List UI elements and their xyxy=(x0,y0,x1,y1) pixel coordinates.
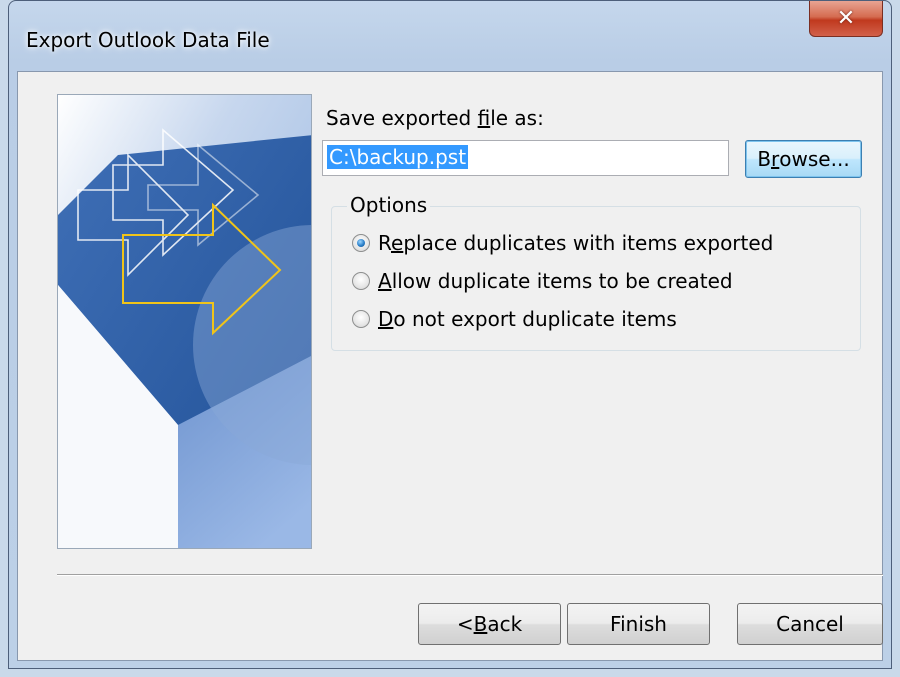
options-group: Options Replace duplicates with items ex… xyxy=(331,193,861,351)
radio-do-not-export-duplicates[interactable]: Do not export duplicate items xyxy=(352,307,677,331)
options-legend: Options xyxy=(347,193,431,217)
radio-label: Replace duplicates with items exported xyxy=(378,231,774,255)
radio-label: Do not export duplicate items xyxy=(378,307,677,331)
title-bar[interactable]: Export Outlook Data File ✕ xyxy=(9,1,891,71)
file-path-input[interactable]: C:\backup.pst xyxy=(322,140,729,176)
radio-selected-icon[interactable] xyxy=(352,234,370,252)
finish-button[interactable]: Finish xyxy=(567,603,710,645)
radio-unselected-icon[interactable] xyxy=(352,272,370,290)
file-path-value: C:\backup.pst xyxy=(327,145,469,169)
radio-label: Allow duplicate items to be created xyxy=(378,269,733,293)
radio-allow-duplicates[interactable]: Allow duplicate items to be created xyxy=(352,269,733,293)
browse-button[interactable]: Br owse... xyxy=(745,140,862,178)
dialog-client-area: Save exported file as: C:\backup.pst Bro… xyxy=(17,71,883,661)
window-title: Export Outlook Data File xyxy=(26,28,270,52)
radio-replace-duplicates[interactable]: Replace duplicates with items exported xyxy=(352,231,773,255)
wizard-side-art xyxy=(57,94,312,549)
export-dialog-window: Export Outlook Data File ✕ Save exported… xyxy=(8,0,892,669)
radio-unselected-icon[interactable] xyxy=(352,310,370,328)
close-icon: ✕ xyxy=(836,6,856,31)
cancel-button[interactable]: Cancel xyxy=(737,603,883,645)
button-separator xyxy=(57,574,883,576)
arrows-art-icon xyxy=(58,95,311,548)
save-exported-file-label: Save exported file as: xyxy=(326,106,544,130)
close-button[interactable]: ✕ xyxy=(809,1,883,37)
back-button[interactable]: < Back xyxy=(418,603,561,645)
